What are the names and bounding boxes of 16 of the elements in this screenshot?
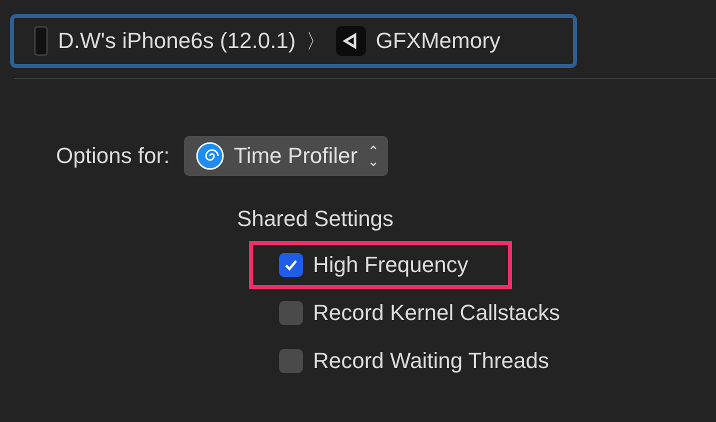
path-separator: 〉 — [306, 30, 326, 54]
checkbox-label: High Frequency — [313, 252, 468, 278]
checkbox[interactable] — [279, 301, 303, 325]
app-name[interactable]: GFXMemory — [376, 28, 500, 54]
checkbox-label: Record Kernel Callstacks — [313, 300, 560, 326]
checkbox[interactable] — [279, 349, 303, 373]
section-title: Shared Settings — [237, 206, 395, 232]
device-name[interactable]: D.W's iPhone6s (12.0.1) — [58, 28, 296, 54]
app-icon — [336, 26, 366, 56]
instrument-popup[interactable]: Time Profiler ⌃⌄ — [184, 136, 388, 176]
options-label: Options for: — [56, 143, 170, 169]
checkbox-label: Record Waiting Threads — [313, 348, 549, 374]
spiral-icon — [196, 142, 224, 170]
checkbox[interactable] — [279, 253, 303, 277]
phone-icon — [34, 26, 48, 56]
stepper-arrows: ⌃⌄ — [368, 146, 380, 166]
